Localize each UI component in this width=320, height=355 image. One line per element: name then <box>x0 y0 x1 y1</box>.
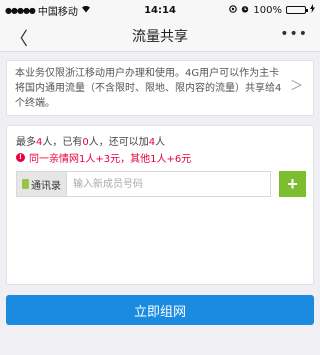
limit-suffix: 人 <box>155 137 166 148</box>
create-group-button[interactable]: 立即组网 <box>6 295 314 325</box>
more-options-icon[interactable]: ••• <box>280 26 308 42</box>
contacts-book-icon <box>22 179 29 189</box>
member-panel: 最多4人，已有0人，还可以加4人 ! 同一亲情网1人+3元，其他1人+6元 通讯… <box>6 125 314 285</box>
nav-bar: 〈 流量共享 ••• <box>0 20 320 52</box>
notice-text: 本业务仅限浙江移动用户办理和使用。4G用户可以作为主卡将国内通用流量（不含限时、… <box>15 68 282 109</box>
service-notice[interactable]: 本业务仅限浙江移动用户办理和使用。4G用户可以作为主卡将国内通用流量（不含限时、… <box>6 60 314 116</box>
status-bar: ●●●●● 中国移动 14:14 100% <box>0 0 320 20</box>
plus-icon: + <box>287 174 298 194</box>
back-chevron-icon[interactable]: 〈 <box>10 25 28 51</box>
chevron-right-icon: ＞ <box>289 79 303 94</box>
contacts-label: 通讯录 <box>31 180 61 192</box>
promo-text: 同一亲情网1人+3元，其他1人+6元 <box>29 154 192 165</box>
member-limit-text: 最多4人，已有0人，还可以加4人 <box>16 133 165 148</box>
battery-icon <box>286 6 308 14</box>
pricing-promo: ! 同一亲情网1人+3元，其他1人+6元 <box>16 150 191 165</box>
contacts-button[interactable]: 通讯录 <box>16 171 66 197</box>
status-time: 14:14 <box>144 4 176 16</box>
add-member-row: 通讯录 + <box>16 171 306 197</box>
member-phone-input[interactable] <box>66 171 271 197</box>
page-title: 流量共享 <box>132 28 188 45</box>
limit-mid-1: 人，已有 <box>42 137 83 148</box>
add-member-button[interactable]: + <box>279 171 306 197</box>
limit-mid-2: 人，还可以加 <box>88 137 149 148</box>
info-icon: ! <box>16 153 25 162</box>
limit-prefix: 最多 <box>16 137 36 148</box>
